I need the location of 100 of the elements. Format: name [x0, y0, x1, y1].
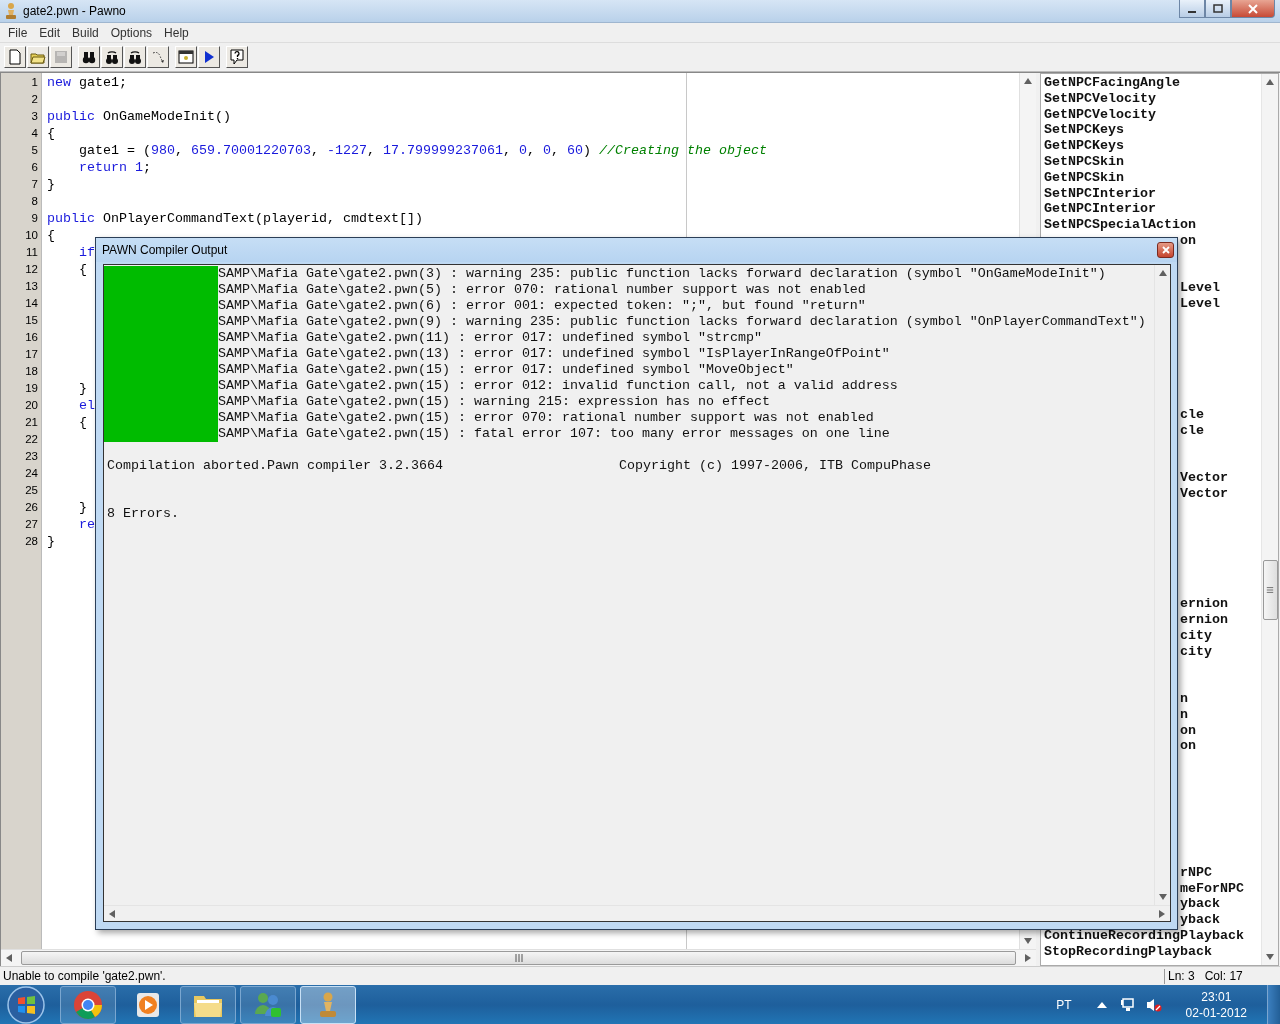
line-indicator: Ln: 3: [1168, 969, 1195, 983]
line-number: 5: [30, 143, 39, 158]
function-item[interactable]: SetNPCSkin: [1044, 154, 1124, 169]
horizontal-scrollbar[interactable]: [1, 949, 1036, 966]
muted-speaker-icon[interactable]: [1145, 997, 1162, 1013]
function-item[interactable]: n: [1180, 706, 1188, 722]
close-button[interactable]: [1157, 242, 1174, 258]
function-item[interactable]: cle: [1180, 422, 1204, 438]
vertical-scrollbar[interactable]: [1154, 265, 1170, 905]
function-item[interactable]: Vector: [1180, 469, 1228, 485]
line-number: 21: [24, 415, 39, 430]
scroll-up-arrow[interactable]: [1158, 269, 1167, 277]
function-item[interactable]: GetNPCInterior: [1044, 201, 1156, 217]
compiler-message: SAMP\Mafia Gate\gate2.pwn(3) : warning 235: public function lacks forward declaration (symbol "OnGameModeInit"): [218, 266, 1107, 282]
code-line: el: [79, 397, 95, 414]
function-item[interactable]: GetNPCFacingAngle: [1044, 75, 1180, 90]
close-icon: [1248, 3, 1258, 14]
line-number: 7: [30, 177, 39, 192]
network-icon[interactable]: [1119, 997, 1136, 1013]
code-line: public OnGameModeInit(): [47, 108, 231, 125]
function-item[interactable]: Vector: [1180, 485, 1228, 501]
scroll-thumb[interactable]: [21, 951, 1016, 965]
menu-item[interactable]: Options: [104, 25, 159, 40]
compiler-message: SAMP\Mafia Gate\gate2.pwn(13) : error 017: undefined symbol "IsPlayerInRangeOfPoint": [218, 346, 891, 362]
close-button[interactable]: [1231, 0, 1275, 18]
menu-item[interactable]: Build: [66, 25, 105, 40]
line-number: 20: [24, 398, 39, 413]
function-item[interactable]: city: [1180, 627, 1212, 643]
line-number: 11: [25, 245, 39, 260]
line-number: 24: [24, 466, 39, 481]
scroll-left-arrow[interactable]: [5, 954, 13, 962]
function-item[interactable]: ernion: [1180, 596, 1228, 612]
function-item[interactable]: Level: [1180, 296, 1220, 312]
vertical-scrollbar[interactable]: [1261, 74, 1278, 965]
line-number: 15: [24, 313, 39, 328]
function-item[interactable]: on: [1180, 738, 1196, 754]
menu-item[interactable]: Help: [158, 25, 195, 40]
line-number: 3: [30, 109, 39, 124]
function-item[interactable]: Level: [1180, 280, 1220, 296]
line-number: 8: [30, 194, 39, 209]
function-item[interactable]: GetNPCVelocity: [1044, 106, 1156, 122]
function-item[interactable]: SetNPCKeys: [1044, 122, 1124, 138]
compiler-message: SAMP\Mafia Gate\gate2.pwn(15) : fatal error 107: too many error messages on one line: [218, 426, 891, 442]
line-number: 2: [30, 92, 39, 107]
line-number: 16: [24, 330, 39, 345]
function-item[interactable]: SetNPCVelocity: [1044, 90, 1156, 106]
window-title: gate2.pwn - Pawno: [23, 4, 127, 18]
function-item[interactable]: ContinueRecordingPlayback: [1044, 928, 1244, 944]
code-line: return 1;: [79, 159, 151, 176]
function-item[interactable]: n: [1180, 691, 1188, 707]
function-item[interactable]: ernion: [1180, 612, 1228, 628]
function-item[interactable]: yback: [1180, 896, 1220, 912]
function-item[interactable]: rNPC: [1180, 864, 1212, 880]
function-item[interactable]: on: [1180, 722, 1196, 738]
scroll-thumb[interactable]: [1262, 560, 1278, 620]
grip-icon: [1265, 586, 1275, 594]
menu-item[interactable]: File: [2, 25, 34, 40]
horizontal-scrollbar[interactable]: [104, 905, 1170, 921]
taskbar-button[interactable]: [60, 986, 116, 1024]
function-item[interactable]: SetNPCSpecialAction: [1044, 217, 1196, 233]
function-item[interactable]: cle: [1180, 406, 1204, 422]
start-button[interactable]: [6, 985, 46, 1024]
compiler-message: SAMP\Mafia Gate\gate2.pwn(11) : error 017: undefined symbol "strcmp": [218, 330, 763, 346]
scroll-up-arrow[interactable]: [1024, 77, 1032, 85]
taskbar-button[interactable]: [180, 986, 236, 1024]
scroll-down-arrow[interactable]: [1024, 937, 1032, 945]
line-number: 12: [24, 262, 39, 277]
language-indicator[interactable]: PT: [1056, 998, 1072, 1012]
function-item[interactable]: StopRecordingPlayback: [1044, 943, 1212, 959]
scroll-left-arrow[interactable]: [108, 909, 116, 918]
clock[interactable]: 23:01 02-01-2012: [1185, 989, 1247, 1021]
scroll-right-arrow[interactable]: [1158, 909, 1166, 918]
minimize-button[interactable]: [1179, 0, 1205, 18]
show-desktop-button[interactable]: [1267, 985, 1280, 1024]
function-item[interactable]: SetNPCInterior: [1044, 185, 1156, 201]
compiler-message: SAMP\Mafia Gate\gate2.pwn(15) : error 070: rational number support was not enabled: [218, 410, 875, 426]
line-number: 25: [24, 483, 39, 498]
code-line: }: [79, 499, 87, 516]
maximize-icon: [1213, 3, 1223, 14]
function-item[interactable]: GetNPCKeys: [1044, 138, 1124, 154]
function-item[interactable]: yback: [1180, 912, 1220, 928]
compiler-message: SAMP\Mafia Gate\gate2.pwn(9) : warning 235: public function lacks forward declaration (symbol "OnPlayerCommandText"): [218, 314, 1146, 330]
maximize-button[interactable]: [1205, 0, 1231, 18]
code-line: new gate1;: [47, 74, 127, 91]
code-line: gate1 = (980, 659.70001220703, -1227, 17.799999237061, 0, 0, 60) //Creating the object: [79, 142, 767, 159]
line-number: 22: [24, 432, 39, 447]
function-item[interactable]: on: [1180, 232, 1196, 248]
menu-item[interactable]: Edit: [33, 25, 67, 40]
line-number: 27: [24, 517, 39, 532]
compiler-message: SAMP\Mafia Gate\gate2.pwn(15) : warning 215: expression has no effect: [218, 394, 771, 410]
compiler-message: SAMP\Mafia Gate\gate2.pwn(6) : error 001: expected token: ";", but found "return": [218, 298, 867, 314]
code-line: re: [79, 516, 95, 533]
scroll-down-arrow[interactable]: [1158, 893, 1167, 901]
code-line: }: [47, 533, 55, 550]
scroll-right-arrow[interactable]: [1024, 954, 1032, 962]
function-item[interactable]: meForNPC: [1180, 880, 1244, 896]
scroll-down-arrow[interactable]: [1266, 953, 1274, 961]
scroll-up-arrow[interactable]: [1266, 78, 1274, 86]
function-item[interactable]: city: [1180, 643, 1212, 659]
function-item[interactable]: GetNPCSkin: [1044, 169, 1124, 185]
